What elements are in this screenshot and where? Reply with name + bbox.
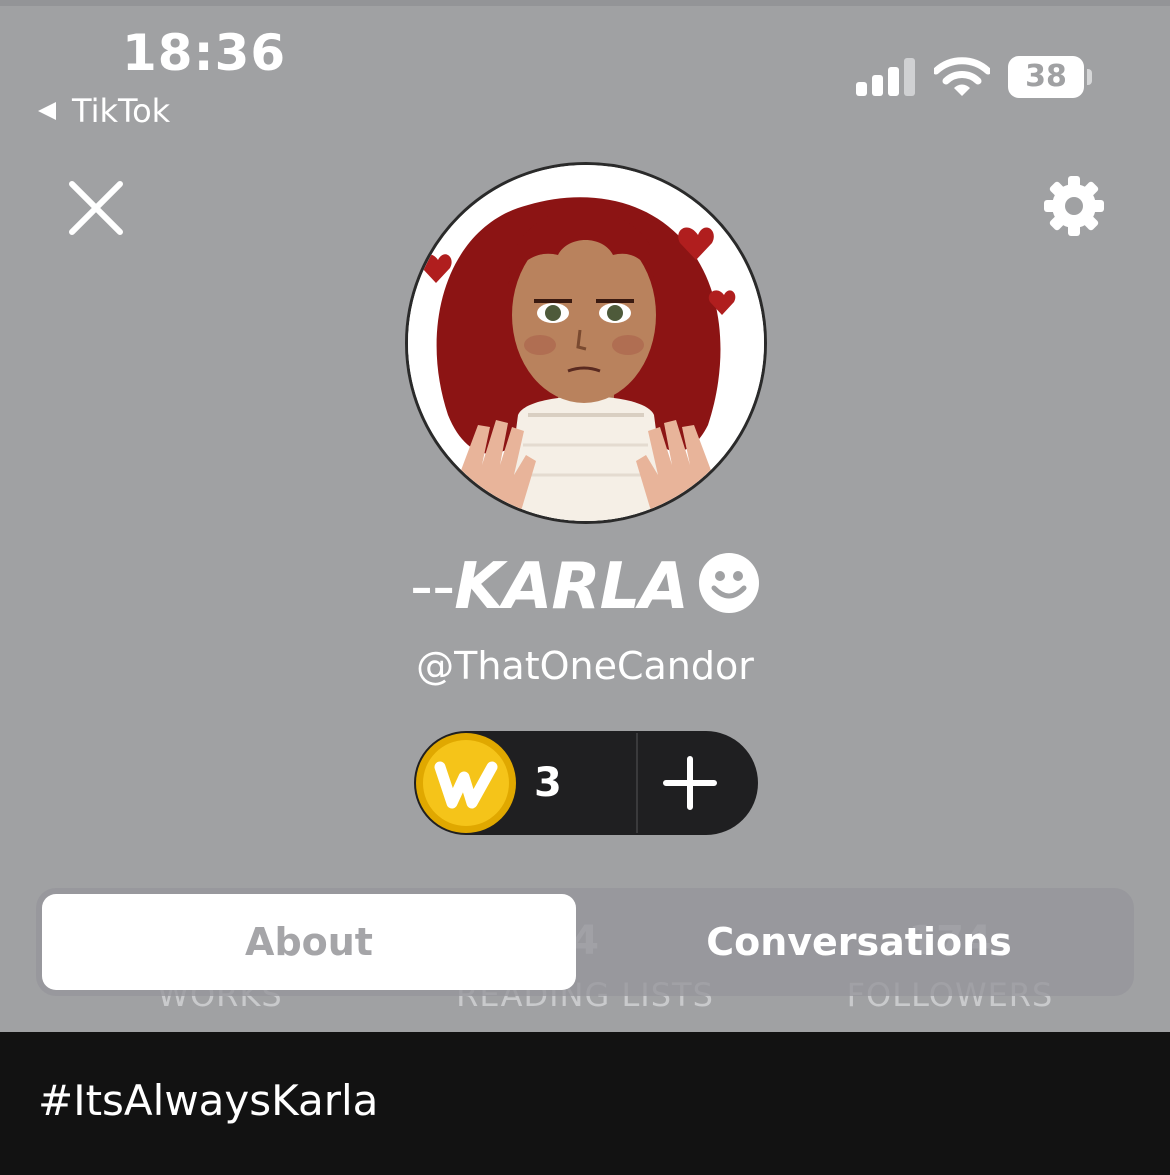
- name-text: KARLA: [454, 550, 689, 624]
- close-icon[interactable]: [66, 178, 126, 238]
- about-hashtag: #ItsAlwaysKarla: [38, 1076, 379, 1125]
- top-edge: [0, 0, 1170, 6]
- gear-icon[interactable]: [1040, 172, 1108, 240]
- battery-indicator: 38: [1008, 56, 1084, 98]
- back-to-app-link[interactable]: TikTok: [38, 92, 170, 130]
- wattpad-coin-icon: [416, 733, 516, 833]
- tab-about[interactable]: About: [42, 894, 576, 990]
- username-handle: @ThatOneCandor: [416, 644, 754, 688]
- wifi-icon: [934, 57, 990, 96]
- avatar[interactable]: [405, 162, 767, 524]
- coin-balance-pill[interactable]: 3: [414, 731, 758, 835]
- cellular-signal-icon: [856, 58, 916, 96]
- coin-count: 3: [534, 760, 562, 806]
- back-app-label: TikTok: [72, 92, 171, 130]
- pill-divider: [636, 733, 638, 833]
- back-arrow-icon: [38, 102, 56, 120]
- tab-conversations[interactable]: Conversations: [586, 894, 1132, 990]
- status-time: 18:36: [122, 24, 287, 82]
- display-name: --KARLA: [0, 550, 1170, 624]
- smiley-icon: [698, 553, 759, 613]
- about-section: #ItsAlwaysKarla: [0, 1032, 1170, 1175]
- avatar-illustration: [408, 165, 764, 521]
- battery-tip: [1087, 69, 1092, 85]
- name-prefix: --: [410, 550, 455, 624]
- plus-icon[interactable]: [660, 753, 720, 813]
